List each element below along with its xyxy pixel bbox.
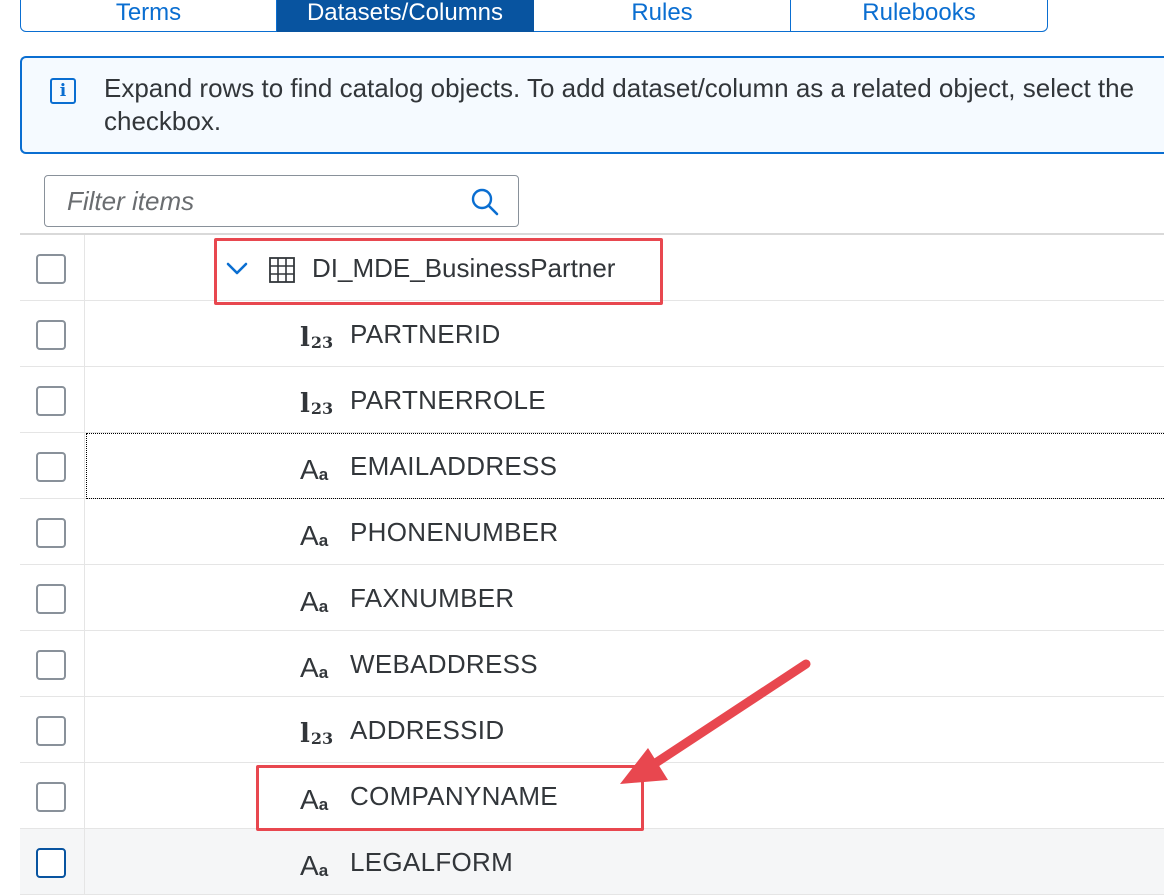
info-message-strip: i Expand rows to find catalog objects. T… — [20, 56, 1164, 154]
column-row: Aa WEBADDRESS — [20, 631, 1164, 697]
numeric-type-icon: l 23 — [300, 719, 334, 749]
column-name: FAXNUMBER — [350, 583, 515, 613]
column-row: Aa PHONENUMBER — [20, 499, 1164, 565]
column-name: PARTNERROLE — [350, 385, 546, 415]
row-checkbox[interactable] — [36, 386, 66, 416]
table-icon — [269, 257, 295, 283]
numeric-type-icon: l 23 — [300, 389, 334, 419]
filter-search-field — [44, 175, 519, 227]
column-row: l 23 PARTNERROLE — [20, 367, 1164, 433]
row-checkbox[interactable] — [36, 650, 66, 680]
column-name: ADDRESSID — [350, 715, 505, 745]
text-type-icon: Aa — [300, 520, 329, 551]
row-checkbox[interactable] — [36, 254, 66, 284]
tab-rulebooks[interactable]: Rulebooks — [791, 0, 1048, 32]
column-row: Aa LEGALFORM — [20, 829, 1164, 895]
row-checkbox[interactable] — [36, 584, 66, 614]
row-checkbox[interactable] — [36, 320, 66, 350]
column-name: LEGALFORM — [350, 847, 514, 877]
row-checkbox[interactable] — [36, 782, 66, 812]
tab-datasets-columns[interactable]: Datasets/Columns — [277, 0, 534, 32]
column-name: COMPANYNAME — [350, 781, 558, 811]
segmented-tabs: Terms Datasets/Columns Rules Rulebooks — [20, 0, 1048, 34]
column-name: PARTNERID — [350, 319, 501, 349]
row-checkbox[interactable] — [36, 716, 66, 746]
catalog-tree-table: DI_MDE_BusinessPartner l 23 PARTNERID l 23… — [20, 233, 1164, 895]
column-name: PHONENUMBER — [350, 517, 559, 547]
row-checkbox[interactable] — [36, 848, 66, 878]
row-checkbox[interactable] — [36, 518, 66, 548]
column-row: l 23 PARTNERID — [20, 301, 1164, 367]
info-icon: i — [50, 78, 76, 104]
tab-terms[interactable]: Terms — [20, 0, 277, 32]
filter-input[interactable] — [45, 176, 455, 226]
text-type-icon: Aa — [300, 454, 329, 485]
text-type-icon: Aa — [300, 586, 329, 617]
text-type-icon: Aa — [300, 652, 329, 683]
column-name: EMAILADDRESS — [350, 451, 558, 481]
info-message-text: Expand rows to find catalog objects. To … — [104, 73, 1135, 136]
column-row: Aa EMAILADDRESS — [20, 433, 1164, 499]
tab-rules[interactable]: Rules — [534, 0, 791, 32]
text-type-icon: Aa — [300, 784, 329, 815]
focus-outline — [86, 433, 1164, 499]
column-row: l 23 ADDRESSID — [20, 697, 1164, 763]
dataset-row: DI_MDE_BusinessPartner — [20, 235, 1164, 301]
row-checkbox[interactable] — [36, 452, 66, 482]
search-icon[interactable] — [470, 187, 500, 217]
dataset-name: DI_MDE_BusinessPartner — [312, 253, 616, 283]
chevron-down-icon[interactable] — [224, 255, 250, 281]
text-type-icon: Aa — [300, 850, 329, 881]
column-row: Aa COMPANYNAME — [20, 763, 1164, 829]
column-name: WEBADDRESS — [350, 649, 538, 679]
numeric-type-icon: l 23 — [300, 323, 334, 353]
column-row: Aa FAXNUMBER — [20, 565, 1164, 631]
